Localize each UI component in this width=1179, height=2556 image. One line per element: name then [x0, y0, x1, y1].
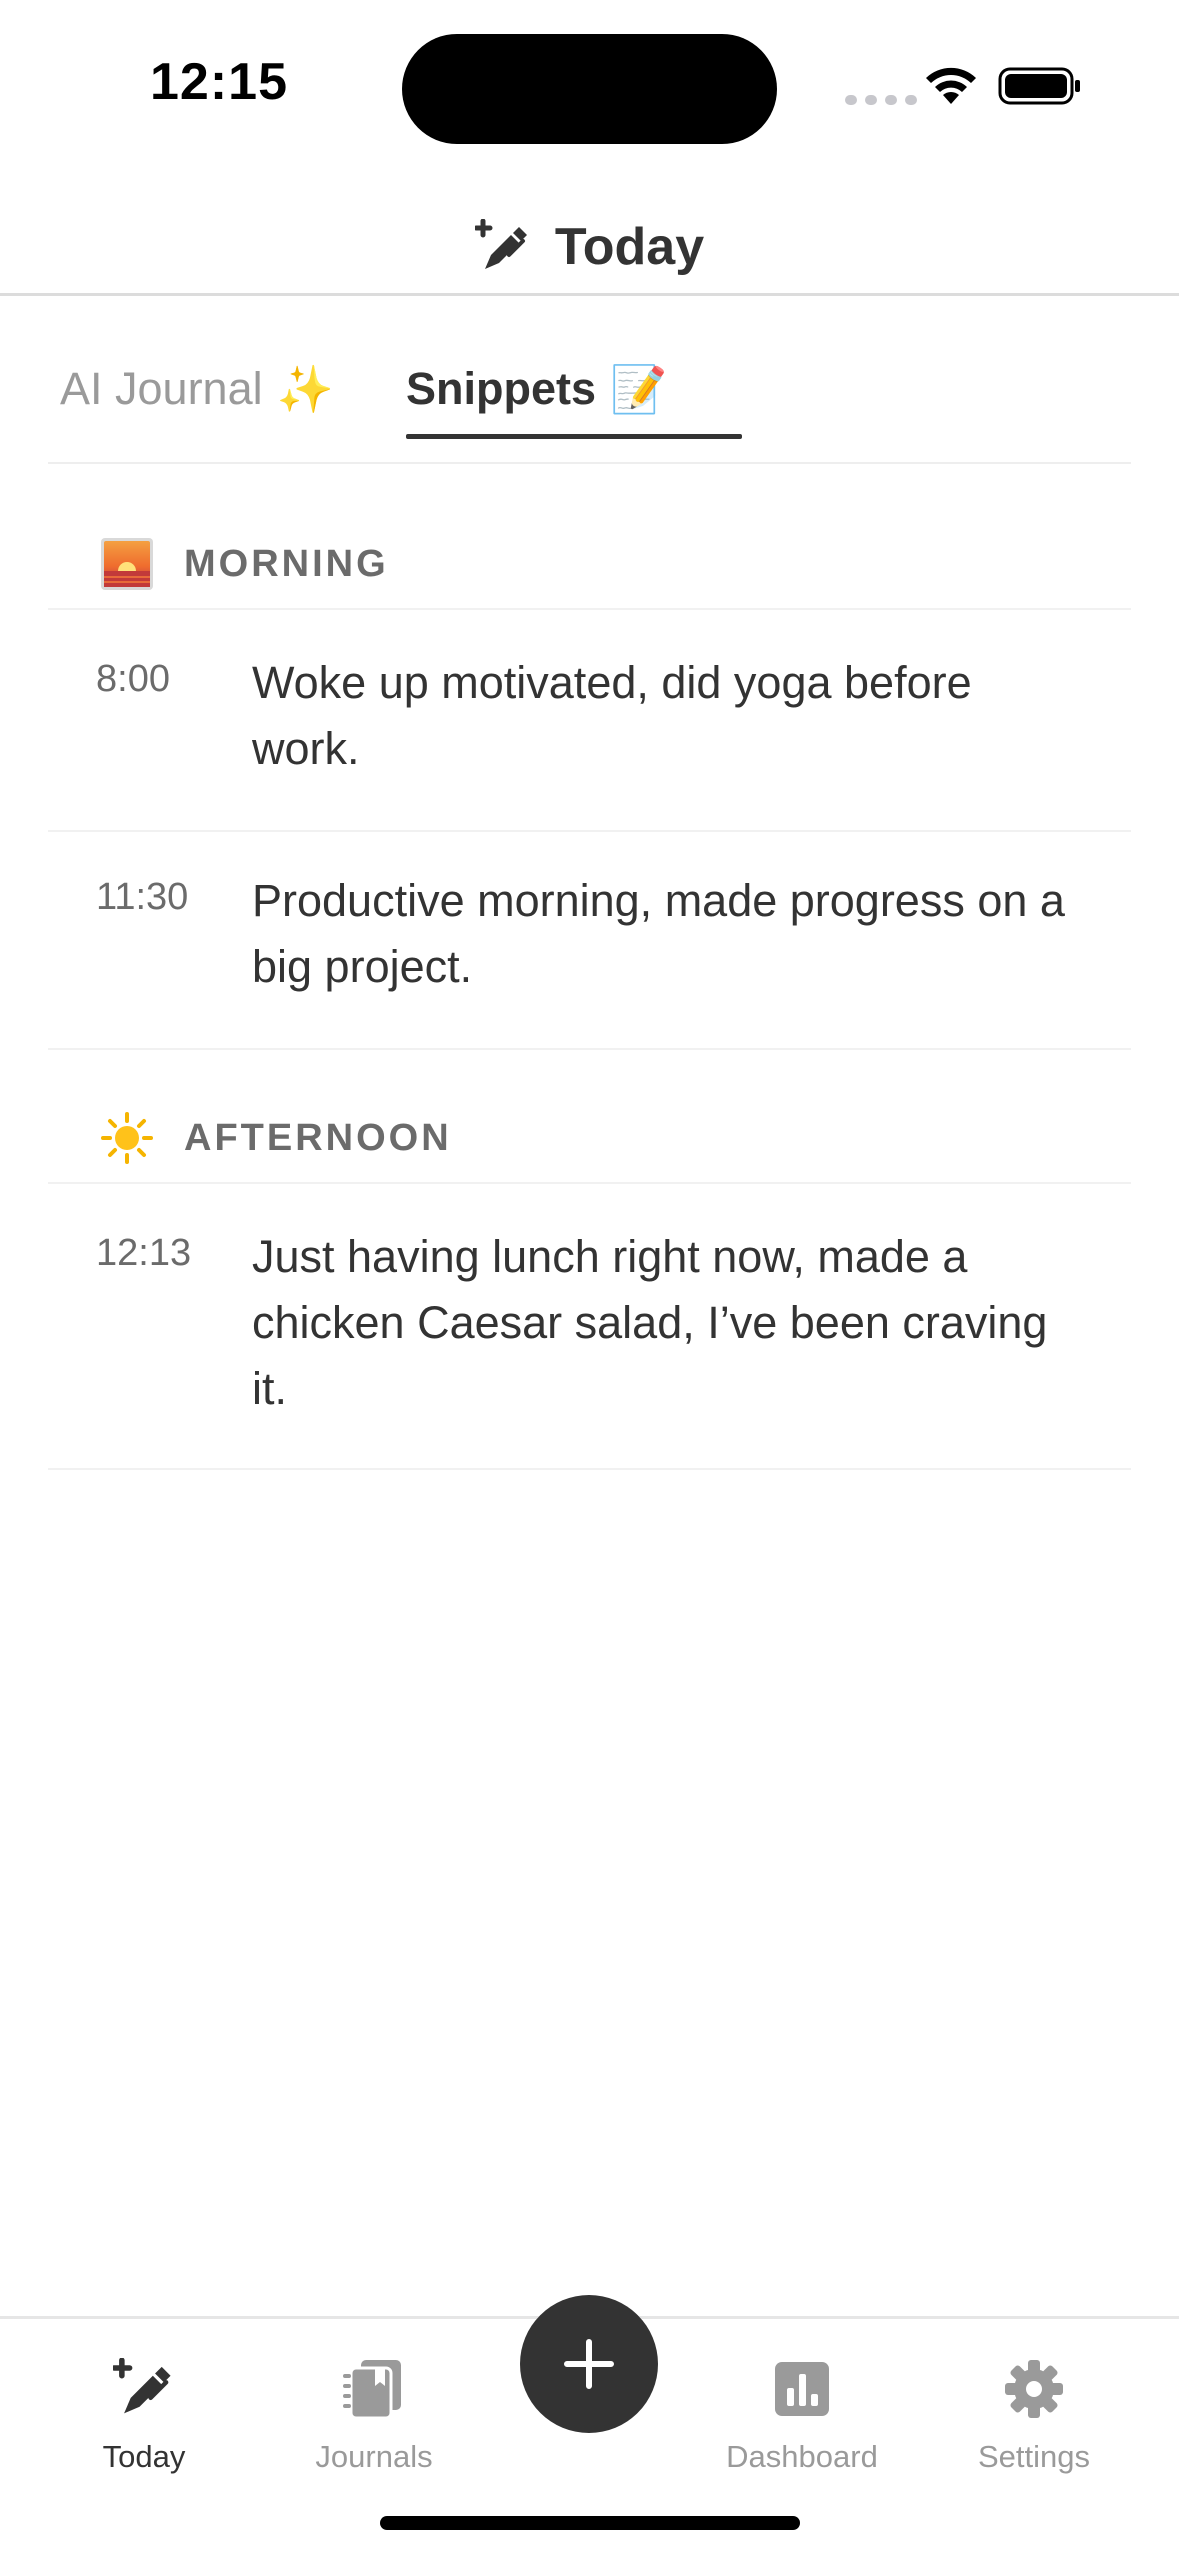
dynamic-island — [402, 34, 777, 144]
wand-pen-icon — [474, 218, 527, 269]
app-header: Today — [0, 200, 1179, 296]
entry-text: Just having lunch right now, made a chic… — [252, 1231, 1048, 1414]
section-header-morning: MORNING — [48, 520, 1131, 610]
list-item[interactable]: 8:00 Woke up motivated, did yoga before … — [48, 614, 1131, 832]
active-tab-indicator — [406, 434, 742, 439]
tab-label: AI Journal — [60, 363, 263, 414]
nav-item-settings[interactable]: Settings — [944, 2353, 1124, 2503]
tab-label: Snippets — [406, 363, 597, 414]
entry-time: 11:30 — [96, 876, 189, 918]
entry-text: Woke up motivated, did yoga before work. — [252, 657, 972, 774]
plus-icon — [564, 2339, 614, 2389]
segment-tabs: AI Journal ✨ Snippets 📝 — [48, 340, 1131, 464]
status-time: 12:15 — [150, 53, 288, 111]
nav-label: Journals — [315, 2439, 433, 2474]
wand-pen-icon — [108, 2353, 180, 2425]
entry-time: 12:13 — [96, 1232, 192, 1274]
entry-text: Productive morning, made progress on a b… — [252, 875, 1065, 992]
entry-time: 8:00 — [96, 658, 170, 700]
cellular-signal-icon — [845, 95, 917, 105]
sunrise-icon — [100, 537, 154, 591]
home-indicator — [380, 2516, 800, 2530]
nav-item-journals[interactable]: Journals — [284, 2353, 464, 2503]
section-title: AFTERNOON — [184, 1116, 452, 1159]
sun-icon — [100, 1111, 154, 1165]
list-item[interactable]: 11:30 Productive morning, made progress … — [48, 832, 1131, 1050]
status-bar: 12:15 — [0, 0, 1179, 170]
tab-ai-journal[interactable]: AI Journal ✨ — [60, 340, 334, 438]
nav-label: Dashboard — [726, 2439, 878, 2474]
gear-icon — [998, 2353, 1070, 2425]
journals-icon — [338, 2353, 410, 2425]
memo-icon: 📝 — [610, 362, 668, 415]
screen: 12:15 Today AI Journal ✨ Snippets 📝 MORN… — [0, 0, 1179, 2556]
section-header-afternoon: AFTERNOON — [48, 1094, 1131, 1184]
chart-icon — [766, 2353, 838, 2425]
nav-label: Today — [102, 2439, 186, 2474]
sparkles-icon: ✨ — [276, 362, 334, 415]
wifi-icon — [926, 67, 976, 104]
add-entry-button[interactable] — [520, 2295, 658, 2433]
tab-snippets[interactable]: Snippets 📝 — [406, 340, 667, 438]
list-item[interactable]: 12:13 Just having lunch right now, made … — [48, 1188, 1131, 1470]
nav-item-dashboard[interactable]: Dashboard — [712, 2353, 892, 2503]
page-title: Today — [554, 217, 705, 276]
section-title: MORNING — [184, 542, 389, 585]
nav-item-today[interactable]: Today — [54, 2353, 234, 2503]
battery-icon — [998, 67, 1080, 105]
nav-label: Settings — [977, 2439, 1090, 2474]
